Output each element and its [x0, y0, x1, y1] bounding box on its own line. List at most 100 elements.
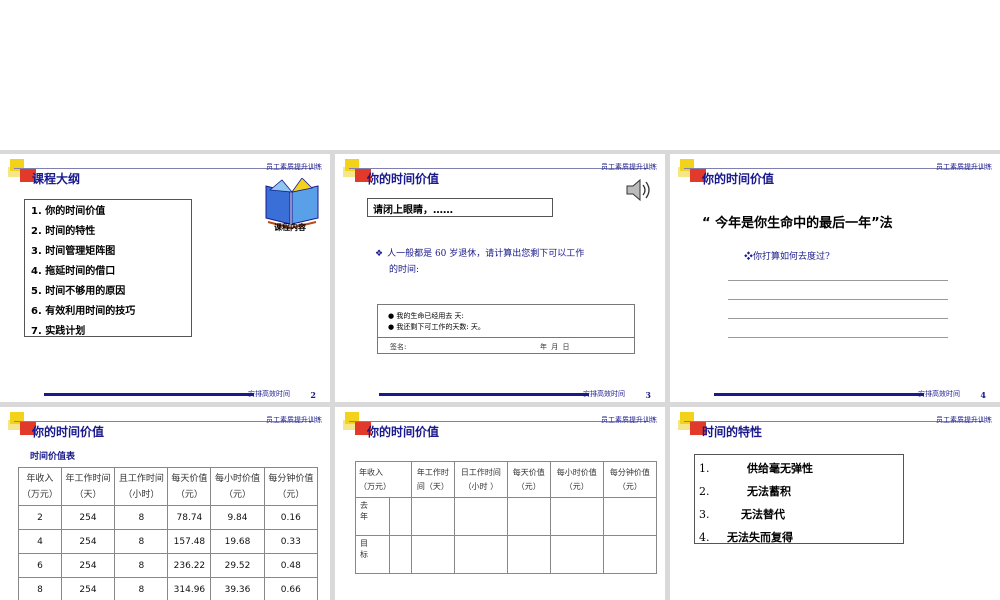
- column-header: 每小时价值 （元）: [549, 461, 604, 498]
- table-cell[interactable]: [602, 497, 658, 536]
- slide-title: 你的时间价值: [702, 172, 775, 186]
- question-line: 的时间:: [389, 265, 420, 275]
- item-text: 无法失而复得: [727, 531, 793, 544]
- table-cell: 19.68: [210, 529, 265, 554]
- table-caption: 时间价值表: [30, 452, 76, 462]
- form-divider: [378, 337, 634, 338]
- list-item: 1. 供给毫无弹性: [699, 457, 899, 480]
- date-label: 年 月 日: [540, 343, 571, 351]
- brand-label: 员工素质提升训练: [266, 416, 322, 424]
- table-cell: 8: [114, 529, 169, 554]
- slide-4-thumbnail[interactable]: 员工素质提升训练 你的时间价值 “ 今年是你生命中的最后一年”法 ❖你打算如何去…: [670, 154, 1000, 402]
- table-header-row: 年收入 （万元） 年工作时间 （天） 且工作时间 （小时） 每天价值 （元） 每小时价值…: [18, 467, 319, 506]
- table-cell[interactable]: [453, 497, 508, 536]
- table-cell[interactable]: [411, 497, 455, 536]
- slide-3-thumbnail[interactable]: 员工素质提升训练 你的时间价值 请闭上眼睛，…… ❖ 人一般都是 60 岁退休，请…: [335, 154, 665, 402]
- footer-bar: [714, 393, 924, 396]
- page-number: 2: [310, 390, 316, 400]
- slide-title: 你的时间价值: [367, 425, 440, 439]
- brand-label: 员工素质提升训练: [266, 163, 322, 171]
- table-cell: 78.74: [167, 505, 212, 530]
- table-cell: 8: [114, 553, 169, 578]
- table-cell: 314.96: [167, 577, 212, 600]
- footer-label: 安排高效时间: [248, 390, 290, 398]
- table-cell: 157.48: [167, 529, 212, 554]
- slide-title: 你的时间价值: [32, 425, 105, 439]
- column-header: 每天价值 （元）: [167, 467, 212, 506]
- prompt-box: 请闭上眼睛，……: [367, 198, 553, 217]
- table-cell: 254: [60, 529, 116, 554]
- item-text: 供给毫无弹性: [747, 462, 813, 475]
- writing-line: [728, 299, 948, 300]
- item-number: 1.: [699, 462, 710, 475]
- table-cell: 2: [18, 505, 62, 530]
- writing-line: [728, 318, 948, 319]
- column-header: 年工作时间（天）: [60, 467, 116, 506]
- column-header: 每天价值 （元）: [506, 461, 551, 498]
- row-label: 目 标: [355, 535, 390, 574]
- footer-label: 安排高效时间: [918, 390, 960, 398]
- footer-bar: [379, 393, 589, 396]
- list-item: 4. 无法失而复得: [699, 526, 899, 549]
- table-cell[interactable]: [411, 535, 455, 574]
- table-cell[interactable]: [453, 535, 508, 574]
- outline-item: 6. 有效利用时间的技巧: [31, 306, 136, 317]
- column-header: 年收入 （万元）: [355, 461, 412, 498]
- footer-label: 安排高效时间: [583, 390, 625, 398]
- slide-5-thumbnail[interactable]: 员工素质提升训练 你的时间价值 时间价值表 年收入 （万元） 年工作时间 （天） 且…: [0, 407, 330, 600]
- question-line: 人一般都是 60 岁退休，请计算出您剩下可以工作: [387, 249, 585, 259]
- column-header: 年收入 （万元）: [18, 467, 62, 506]
- diamond-bullet-icon: ❖: [375, 249, 384, 259]
- course-outline-list: 1. 你的时间价值 2. 时间的特性 3. 时间管理矩阵图 4. 拖延时间的借口…: [24, 199, 192, 337]
- sub-question: ❖你打算如何去度过?: [744, 252, 830, 262]
- row-label: 去 年: [355, 497, 390, 536]
- slide-6-thumbnail[interactable]: 员工素质提升训练 你的时间价值 年收入 （万元） 年工作时 间（天） 日工作时间 （小…: [335, 407, 665, 600]
- slide-title: 时间的特性: [702, 425, 763, 439]
- slide-2-thumbnail[interactable]: 员工素质提升训练 课程大纲 1. 你的时间价值 2. 时间的特性 3. 时间管理…: [0, 154, 330, 402]
- personal-value-table: 年收入 （万元） 年工作时 间（天） 日工作时间 （小时 ） 每天价值 （元） 每小时价…: [355, 461, 658, 574]
- table-cell: 254: [60, 505, 116, 530]
- brand-label: 员工素质提升训练: [936, 163, 992, 171]
- table-row: 4 254 8 157.48 19.68 0.33: [18, 529, 319, 554]
- headline: “ 今年是你生命中的最后一年”法: [702, 216, 893, 231]
- table-row: 目 标: [355, 535, 658, 574]
- table-cell[interactable]: [389, 497, 412, 536]
- outline-item: 1. 你的时间价值: [31, 206, 106, 217]
- table-cell: 0.66: [263, 577, 319, 600]
- table-cell[interactable]: [389, 535, 412, 574]
- table-cell[interactable]: [506, 535, 551, 574]
- page-number: 3: [645, 390, 651, 400]
- table-cell: 9.84: [210, 505, 265, 530]
- table-cell[interactable]: [549, 497, 604, 536]
- question-text: ❖ 人一般都是 60 岁退休，请计算出您剩下可以工作 的时间:: [375, 246, 645, 278]
- column-header: 每分钟价值 （元）: [263, 467, 319, 506]
- slide-title: 课程大纲: [32, 172, 81, 186]
- life-days-form: ● 我的生命已经用去 天: ● 我还剩下可工作的天数: 天。 签名: 年 月 日: [377, 304, 635, 354]
- column-header: 每分钟价值 （元）: [602, 461, 658, 498]
- signature-label: 签名:: [390, 343, 407, 351]
- outline-item: 2. 时间的特性: [31, 226, 96, 237]
- outline-item: 4. 拖延时间的借口: [31, 266, 116, 277]
- brand-label: 员工素质提升训练: [936, 416, 992, 424]
- table-cell: 254: [60, 577, 116, 600]
- item-number: 4.: [699, 531, 710, 544]
- item-number: 2.: [699, 485, 710, 498]
- table-cell[interactable]: [549, 535, 604, 574]
- page-number: 4: [980, 390, 986, 400]
- time-traits-list: 1. 供给毫无弹性 2. 无法蓄积 3. 无法替代 4. 无法失而复得: [694, 454, 904, 544]
- table-cell: 0.16: [263, 505, 319, 530]
- form-line: ● 我还剩下可工作的天数: 天。: [388, 323, 485, 331]
- table-cell[interactable]: [506, 497, 551, 536]
- table-cell: 8: [114, 505, 169, 530]
- slide-7-thumbnail[interactable]: 员工素质提升训练 时间的特性 1. 供给毫无弹性 2. 无法蓄积 3. 无法替代 4.…: [670, 407, 1000, 600]
- brand-label: 员工素质提升训练: [601, 163, 657, 171]
- table-cell: 8: [114, 577, 169, 600]
- table-row: 6 254 8 236.22 29.52 0.48: [18, 553, 319, 578]
- speaker-icon: [626, 178, 650, 202]
- table-cell[interactable]: [602, 535, 658, 574]
- table-row: 2 254 8 78.74 9.84 0.16: [18, 505, 319, 530]
- table-cell: 236.22: [167, 553, 212, 578]
- item-text: 无法蓄积: [747, 485, 791, 498]
- outline-item: 7. 实践计划: [31, 326, 86, 337]
- form-line: ● 我的生命已经用去 天:: [388, 312, 464, 320]
